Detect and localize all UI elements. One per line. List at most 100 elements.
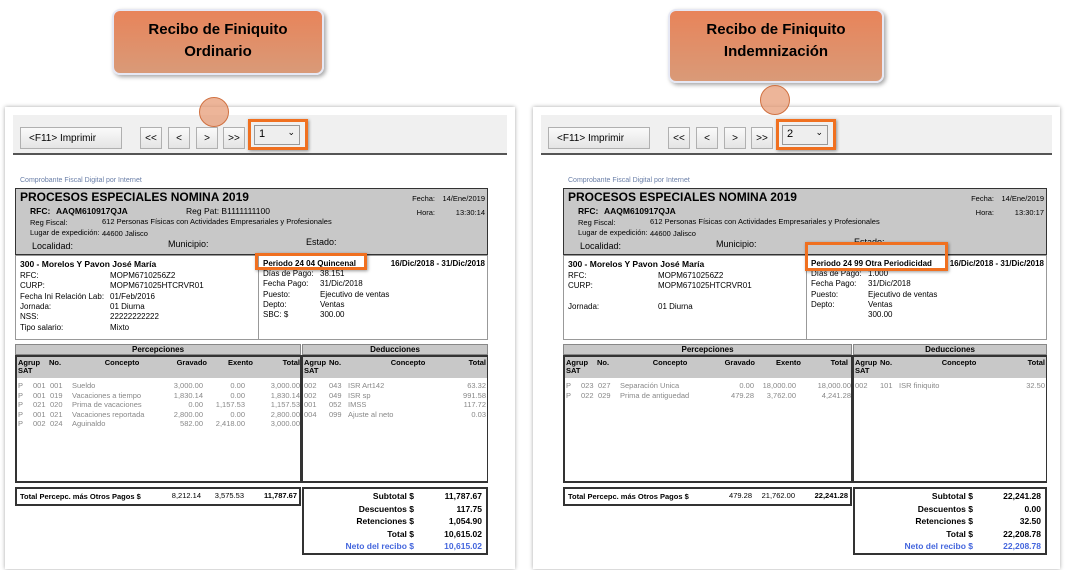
periodo-field-value: 38.151 — [320, 269, 345, 278]
cell: P — [566, 390, 572, 400]
cell: 479.28 — [731, 390, 754, 400]
percepciones-total-box: Total Percepc. más Otros Pagos $ 479.28 21… — [563, 487, 852, 506]
cell: Vacaciones a tiempo — [72, 390, 142, 400]
employee-field-value: MOPM671025HTCRVR01 — [658, 281, 752, 291]
cell: Prima de antiguedad — [620, 390, 690, 400]
cell: ISR finiquito — [899, 381, 940, 390]
cell: Vacaciones reportada — [72, 409, 145, 419]
summary-value: 32.50 — [1019, 516, 1041, 526]
cell: Sueldo — [72, 381, 96, 390]
employee-name: 300 - Morelos Y Pavon José María — [568, 259, 705, 269]
employee-name: 300 - Morelos Y Pavon José María — [20, 259, 157, 269]
nav-first-button[interactable]: << — [668, 127, 690, 149]
employee-field-value: 01 Diurna — [658, 301, 693, 311]
column-header: Agrup SAT — [18, 358, 41, 375]
cell: 18,000.00 — [762, 381, 796, 390]
cell: 18,000.00 — [817, 381, 851, 390]
deducciones-table: Agrup SAT No. Concepto Total 002 101 ISR finiq… — [852, 355, 1047, 483]
pointer-circle — [760, 85, 790, 115]
percepciones-title: Percepciones — [15, 344, 301, 355]
cell: 020 — [50, 400, 63, 410]
nav-prev-button[interactable]: < — [168, 127, 190, 149]
callout-indemnizacion: Recibo de Finiquito Indemnización — [668, 9, 884, 83]
column-header: Total — [1027, 358, 1045, 367]
percepciones-header: Agrup SAT No. Concepto Gravado Exento Total — [17, 357, 300, 378]
lugar-label: Lugar de expedición: — [578, 228, 648, 237]
cell: 1,157.53 — [270, 400, 300, 410]
callout-line: Ordinario — [184, 43, 252, 60]
periodo-field-label: Puesto: — [811, 289, 839, 299]
employee-field-label: Jornada: — [568, 301, 600, 311]
periodo-field-label: Fecha Pago: — [263, 279, 309, 289]
summary-row: Retenciones $ 32.50 — [855, 516, 1045, 528]
nav-next-button[interactable]: > — [724, 127, 746, 149]
cell: 002 — [33, 419, 46, 429]
summary-value: 117.75 — [456, 503, 482, 514]
cell: ISR sp — [348, 390, 371, 400]
employee-field-label: Jornada: — [20, 301, 52, 311]
table-row: 002 043 ISR Art142 63.32 — [303, 381, 487, 390]
summary-row: Neto del recibo $ 22,208.78 — [855, 541, 1045, 553]
cell: 2,800.00 — [270, 409, 300, 419]
percepciones-table: Agrup SAT No. Concepto Gravado Exento Total P 0… — [563, 355, 852, 483]
cell: 021 — [50, 409, 63, 419]
page-select-highlight — [776, 119, 836, 150]
cell: 0.00 — [230, 390, 245, 400]
nav-last-button[interactable]: >> — [223, 127, 245, 149]
cell: 3,000.00 — [173, 381, 203, 390]
municipio-label: Municipio: — [168, 239, 209, 249]
employee-box: 300 - Morelos Y Pavon José María RFC: MOPM… — [15, 253, 488, 340]
reg-pat: Reg Pat: B1111111100 — [186, 206, 270, 216]
cell: 3,000.00 — [270, 419, 300, 429]
nav-next-button[interactable]: > — [196, 127, 218, 149]
employee-field-label: CURP: — [568, 281, 593, 291]
cell: ISR Art142 — [348, 381, 385, 390]
cell: 001 — [50, 381, 63, 390]
nav-prev-button[interactable]: < — [696, 127, 718, 149]
receipt-panel: <F11> Imprimir << < > >> 2 ⌄ Comprobante Fiscal… — [533, 107, 1060, 569]
periodo-highlight — [805, 242, 948, 271]
percepciones-total-box: Total Percepc. más Otros Pagos $ 8,212.14… — [15, 487, 301, 506]
cell: 2,800.00 — [173, 409, 203, 419]
localidad-label: Localidad: — [580, 241, 622, 251]
company-rfc: AAQM610917QJA — [56, 206, 128, 216]
periodo-field-label: Fecha Pago: — [811, 279, 857, 289]
cell: 991.58 — [463, 390, 486, 400]
employee-field-value: 22222222222 — [110, 312, 159, 322]
hora-value: 13:30:17 — [1014, 208, 1044, 217]
rfc-label: RFC: — [30, 206, 51, 216]
print-button[interactable]: <F11> Imprimir — [548, 127, 650, 149]
cell: 019 — [50, 390, 63, 400]
column-header: No. — [329, 358, 342, 367]
cell: 099 — [329, 409, 342, 419]
cell: 001 — [33, 409, 46, 419]
cell: 002 — [304, 390, 317, 400]
summary-value: 22,241.28 — [1003, 491, 1041, 501]
summary-value: 11,787.67 — [444, 491, 482, 501]
print-button[interactable]: <F11> Imprimir — [20, 127, 122, 149]
lugar-value: 44600 Jalisco — [102, 229, 148, 238]
employee-field-label: Fecha Ini Relación Lab: — [20, 291, 105, 301]
periodo-field-label: Puesto: — [263, 289, 291, 299]
periodo-field-label: Depto: — [263, 299, 287, 309]
cell: 117.72 — [463, 400, 486, 410]
cell: P — [18, 409, 24, 419]
nav-last-button[interactable]: >> — [751, 127, 773, 149]
cell: 1,157.53 — [215, 400, 245, 410]
total-total: 22,241.28 — [814, 491, 848, 500]
cell: 001 — [33, 390, 46, 400]
column-header: Agrup SAT — [855, 358, 878, 375]
nav-first-button[interactable]: << — [140, 127, 162, 149]
summary-label: Descuentos $ — [917, 503, 973, 514]
summary-row: Subtotal $ 11,787.67 — [304, 491, 486, 503]
estado-label: Estado: — [306, 237, 337, 247]
cell: Prima de vacaciones — [72, 400, 142, 410]
cell: 001 — [304, 400, 317, 410]
column-header: Total — [282, 358, 300, 367]
deducciones-title: Deducciones — [853, 344, 1047, 355]
employee-field-value: 01 Diurna — [110, 301, 145, 311]
column-header: Total — [468, 358, 486, 367]
cell: 3,000.00 — [270, 381, 300, 390]
summary-label: Total $ — [946, 528, 973, 539]
table-row: P 023 027 Separación Unica 0.00 18,000.00 18,0… — [565, 381, 851, 390]
